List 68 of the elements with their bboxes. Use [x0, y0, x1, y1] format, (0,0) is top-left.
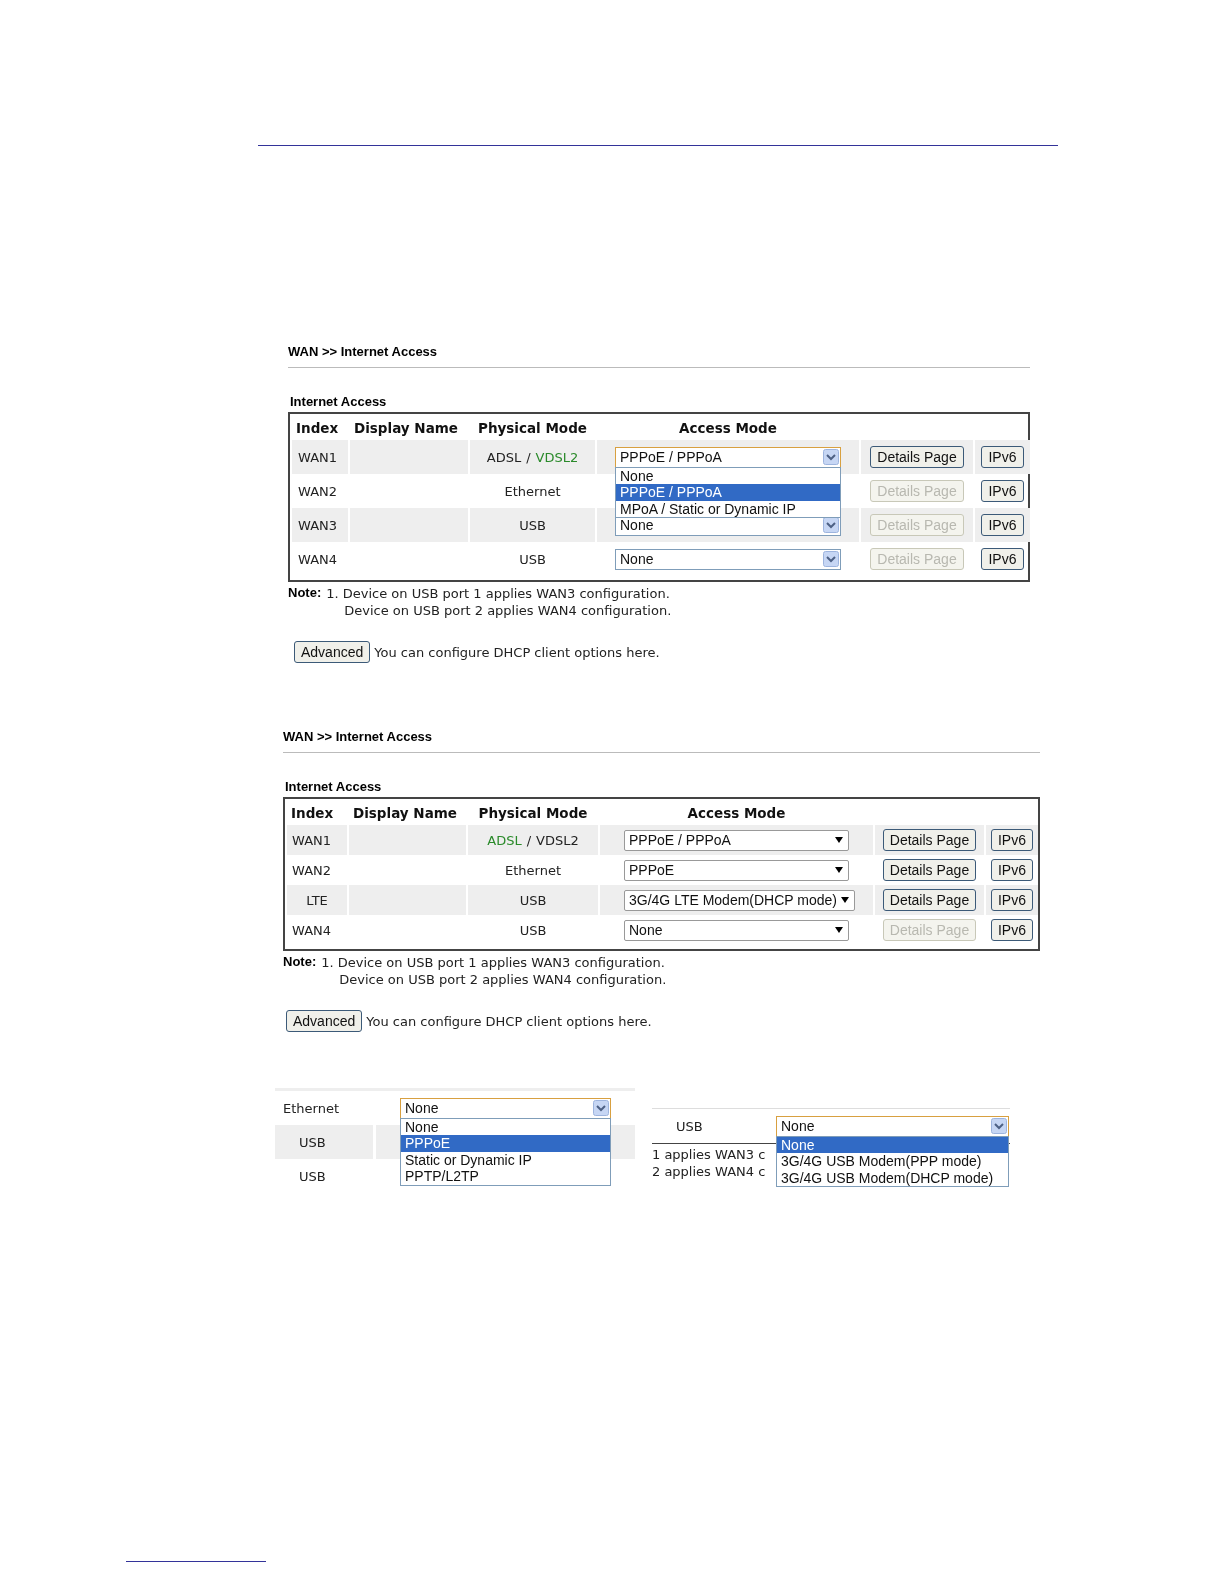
column-header: Physical Mode	[477, 419, 588, 438]
advanced-button[interactable]: Advanced	[286, 1010, 363, 1032]
table-cell: Ethernet	[505, 862, 561, 878]
details-page-button[interactable]: Details Page	[882, 829, 977, 851]
ipv6-button[interactable]: IPv6	[981, 446, 1024, 468]
ipv6-button[interactable]: IPv6	[991, 829, 1033, 851]
dropdown-option[interactable]: PPPoE / PPPoA	[616, 484, 840, 501]
column-header: Display Name	[352, 804, 458, 823]
access-mode-select[interactable]: None	[624, 919, 849, 941]
ipv6-button[interactable]: IPv6	[991, 889, 1033, 911]
column-header: Physical Mode	[477, 804, 589, 823]
table-cell: USB	[519, 517, 546, 533]
separator-text: /	[526, 449, 531, 465]
ipv6-button[interactable]: IPv6	[991, 859, 1033, 881]
column-header: Index	[295, 419, 340, 438]
note-text: Device on USB port 2 applies WAN4 configuration.	[343, 602, 672, 619]
table-cell: WAN1	[292, 832, 332, 848]
table-cell: Ethernet	[283, 1100, 339, 1116]
table-cell: WAN2	[292, 862, 332, 878]
table-cell: USB	[519, 922, 547, 938]
section-title: Internet Access	[285, 779, 383, 794]
access-mode-select[interactable]: None	[615, 548, 841, 570]
note-text: Device on USB port 2 applies WAN4 configuration.	[338, 971, 667, 988]
advanced-button[interactable]: Advanced	[294, 641, 371, 663]
table-cell: WAN4	[292, 922, 332, 938]
table-cell: VDSL2	[535, 449, 579, 465]
note-text: 2 applies WAN4 c	[652, 1163, 766, 1180]
details-page-button[interactable]: Details Page	[882, 889, 977, 911]
column-header: Index	[290, 804, 335, 823]
ipv6-button[interactable]: IPv6	[981, 548, 1024, 570]
column-header: Access Mode	[686, 804, 787, 823]
column-header: Access Mode	[678, 419, 778, 438]
dropdown-option[interactable]: PPPoE	[401, 1135, 610, 1152]
details-page-button[interactable]: Details Page	[882, 859, 977, 881]
table-cell: LTE	[306, 892, 328, 908]
advanced-description: You can configure DHCP client options here.	[366, 1013, 652, 1029]
table-cell: Ethernet	[504, 483, 561, 499]
table-cell: ADSL	[486, 449, 522, 465]
advanced-description: You can configure DHCP client options here.	[374, 644, 660, 660]
column-header: Display Name	[353, 419, 459, 438]
section-title: Internet Access	[290, 394, 388, 409]
note-label: Note:	[283, 954, 317, 971]
table-cell: WAN4	[298, 551, 338, 567]
ipv6-button[interactable]: IPv6	[981, 480, 1024, 502]
table-cell: VDSL2	[536, 832, 579, 848]
access-mode-select[interactable]: 3G/4G LTE Modem(DHCP mode)	[624, 889, 855, 911]
ipv6-button[interactable]: IPv6	[991, 919, 1033, 941]
table-cell: USB	[299, 1168, 326, 1184]
access-mode-select[interactable]: PPPoE	[624, 859, 849, 881]
table-cell: USB	[519, 551, 546, 567]
breadcrumb: WAN >> Internet Access	[283, 729, 433, 744]
separator-text: /	[526, 832, 532, 848]
note-text: 1 applies WAN3 c	[652, 1146, 766, 1163]
breadcrumb: WAN >> Internet Access	[288, 344, 438, 359]
note-text: 1. Device on USB port 1 applies WAN3 configuration.	[326, 585, 671, 602]
access-mode-select[interactable]: PPPoE / PPPoA	[624, 829, 849, 851]
dropdown-option[interactable]: None	[777, 1136, 1008, 1153]
ipv6-button[interactable]: IPv6	[981, 514, 1024, 536]
table-cell: USB	[519, 892, 547, 908]
table-cell: WAN2	[298, 483, 338, 499]
table-cell: USB	[299, 1134, 326, 1150]
note-label: Note:	[288, 585, 322, 602]
note-text: 1. Device on USB port 1 applies WAN3 configuration.	[321, 954, 666, 971]
table-cell: WAN1	[298, 449, 338, 465]
table-cell: ADSL	[487, 832, 522, 848]
details-page-button[interactable]: Details Page	[870, 446, 964, 468]
table-cell: WAN3	[298, 517, 338, 533]
table-cell-text: USB	[675, 1118, 704, 1134]
